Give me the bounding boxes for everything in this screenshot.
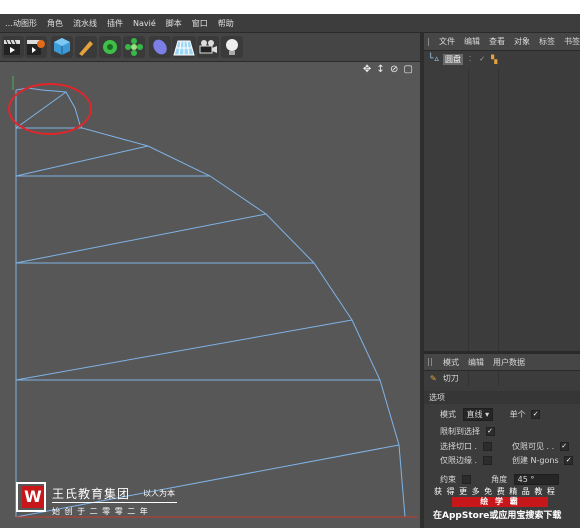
mode-dropdown[interactable]: 直线 ▾ [462,408,494,421]
founded-text: 始 创 于 二 零 零 二 年 [52,507,149,516]
phong-tag-icon[interactable]: ▚ [491,55,497,64]
attributes-header: 模式 编辑 用户数据 [424,354,580,371]
visibility-dots-icon[interactable]: ⁚ [469,55,471,63]
column-divider [498,68,499,386]
single-checkbox[interactable]: ✓ [531,410,541,419]
select-cut-row: 选择切口 . [440,441,492,452]
visible-only-checkbox[interactable]: ✓ [559,442,569,451]
company-slogan: 以人为本 [143,489,175,498]
highlight-circle [8,83,92,135]
disc-object-icon: ▵ [434,54,439,64]
tab-file[interactable]: 文件 [439,36,455,47]
tree-branch-icon: └ [428,54,434,64]
mesh-wireframe [8,76,418,518]
menu-navie[interactable]: Navié [133,19,156,28]
menu-character[interactable]: 角色 [47,18,63,29]
create-ngons-row: 创建 N-gons ✓ [512,455,574,466]
menu-script[interactable]: 脚本 [166,18,182,29]
select-cut-label: 选择切口 . [440,442,478,451]
company-logo: W [22,486,44,508]
angle-label: 角度 [491,475,508,484]
edges-only-checkbox[interactable] [482,456,492,465]
promo-line-2: 在AppStore或应用宝搜索下载 [433,511,562,521]
column-divider [468,68,469,386]
capsule-icon[interactable] [149,36,171,58]
tab-attr-edit[interactable]: 编辑 [468,357,484,368]
grip-icon[interactable] [428,37,430,46]
edges-only-label: 仅限边缘 . [440,456,478,465]
clapper-icon[interactable] [2,36,24,58]
visible-only-row: 仅限可见 . . ✓ [512,441,569,452]
single-label: 单个 [509,410,526,419]
clapper-settings-icon[interactable] [25,36,47,58]
promo-line-1: 获 得 更 多 免 费 精 品 教 程 [434,487,556,496]
pen-icon[interactable] [75,36,97,58]
menu-pipeline[interactable]: 流水线 [73,18,97,29]
light-bulb-icon[interactable] [221,36,243,58]
tool-title: ✎ 切刀 [430,373,459,384]
menu-help[interactable]: 帮助 [218,18,234,29]
floor-grid-icon[interactable] [172,36,196,58]
mode-value: 直线 [466,410,483,419]
select-cut-checkbox[interactable] [482,442,492,451]
constrain-label: 约束 [440,475,456,484]
tab-tags[interactable]: 标签 [539,36,555,47]
company-name: 王氏教育集团 [52,487,131,501]
object-name[interactable]: 圆盘 [442,53,463,65]
edges-only-row: 仅限边缘 . [440,455,492,466]
tool-name: 切刀 [442,374,459,383]
toolbar [0,33,423,62]
menu-window[interactable]: 窗口 [192,18,208,29]
logo-divider [52,502,177,503]
constrain-checkbox[interactable] [461,475,471,484]
flower-shape-icon[interactable] [123,36,145,58]
tab-objects[interactable]: 对象 [514,36,530,47]
viewport-3d[interactable]: ✥ ↕ ⊘ ▢ W 王氏教育集团 以人为本 始 创 于 二 零 零 二 年 [0,62,420,528]
title-strip [0,0,580,14]
section-options[interactable]: 选项 [424,391,580,404]
menu-bar: …动图形 角色 流水线 插件 Navié 脚本 窗口 帮助 [0,14,580,33]
tab-bookmarks[interactable]: 书签 [564,36,580,47]
menu-plugins[interactable]: 插件 [107,18,123,29]
constrain-row: 约束 角度 45 ° [440,474,559,485]
cube-icon[interactable] [51,36,73,58]
tab-edit[interactable]: 编辑 [464,36,480,47]
tab-view[interactable]: 查看 [489,36,505,47]
restrict-label: 限制到选择 [440,427,480,436]
objects-header: 文件 编辑 查看 对象 标签 书签 [424,33,580,51]
menu-mograph[interactable]: …动图形 [5,18,37,29]
tab-mode[interactable]: 模式 [443,357,459,368]
grip-icon[interactable] [428,358,434,366]
object-row[interactable]: └ ▵ 圆盘 ⁚ ✓ ▚ [424,52,580,66]
create-ngons-checkbox[interactable]: ✓ [564,456,574,465]
camera-icon[interactable] [197,36,219,58]
tab-user-data[interactable]: 用户数据 [493,357,525,368]
right-panel: 文件 编辑 查看 对象 标签 书签 └ ▵ 圆盘 ⁚ ✓ ▚ [424,33,580,528]
knife-icon: ✎ [430,374,437,383]
restrict-checkbox[interactable]: ✓ [485,427,495,436]
promo-badge: 绘 学 霸 [452,497,548,507]
angle-field[interactable]: 45 ° [513,474,559,485]
restrict-row: 限制到选择 ✓ [440,426,495,437]
render-check-icon[interactable]: ✓ [479,55,485,63]
visible-only-label: 仅限可见 . . [512,442,555,451]
mode-row: 模式 直线 ▾ 单个 ✓ [440,408,541,421]
mode-label: 模式 [440,410,456,419]
create-ngons-label: 创建 N-gons [512,456,559,465]
gear-shape-icon[interactable] [99,36,121,58]
